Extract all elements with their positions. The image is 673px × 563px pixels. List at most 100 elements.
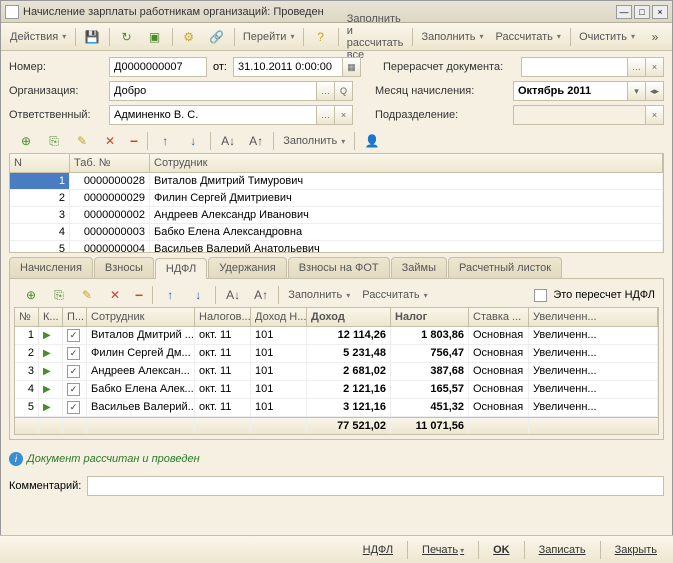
- table-row[interactable]: 20000000029Филин Сергей Дмитриевич: [10, 190, 663, 207]
- dept-field[interactable]: [513, 105, 646, 125]
- link-icon[interactable]: 🔗: [204, 26, 230, 48]
- g2-col-taxper[interactable]: Налогов...: [195, 308, 251, 326]
- row-checkbox[interactable]: ✓: [67, 329, 80, 342]
- copy-row-button[interactable]: ⎘: [41, 130, 67, 152]
- g2-copy-button[interactable]: ⎘: [46, 284, 72, 306]
- g2-col-inc2[interactable]: Увеличенн...: [529, 308, 658, 326]
- sort-desc-button[interactable]: A↑: [243, 130, 269, 152]
- resp-select-button[interactable]: …: [317, 105, 335, 125]
- print-button[interactable]: Печать: [414, 541, 472, 559]
- clear-menu[interactable]: Очистить: [574, 28, 640, 46]
- recalc-field[interactable]: [521, 57, 628, 77]
- month-spinner-button[interactable]: ◂▸: [646, 81, 664, 101]
- g2-col-rate[interactable]: Ставка ...: [469, 308, 529, 326]
- recalc-clear-button[interactable]: ×: [646, 57, 664, 77]
- g2-col-emp[interactable]: Сотрудник: [87, 308, 195, 326]
- month-field[interactable]: Октябрь 2011: [513, 81, 628, 101]
- col-employee[interactable]: Сотрудник: [150, 154, 663, 172]
- date-picker-button[interactable]: ▦: [343, 57, 361, 77]
- settings-icon[interactable]: ⚙: [176, 26, 202, 48]
- sort-asc-button[interactable]: A↓: [215, 130, 241, 152]
- g2-sort-desc-button[interactable]: A↑: [248, 284, 274, 306]
- g2-edit-button[interactable]: ✎: [74, 284, 100, 306]
- tab-fot[interactable]: Взносы на ФОТ: [288, 257, 390, 278]
- g2-col-incn[interactable]: Доход Н...: [251, 308, 307, 326]
- resp-field[interactable]: Админенко В. С.: [109, 105, 317, 125]
- save-icon[interactable]: 💾: [79, 26, 105, 48]
- g2-delete-button[interactable]: ✕: [102, 284, 128, 306]
- maximize-button[interactable]: □: [634, 5, 650, 19]
- calc-menu[interactable]: Рассчитать: [491, 28, 566, 46]
- tab-contributions[interactable]: Взносы: [94, 257, 154, 278]
- g2-sort-asc-button[interactable]: A↓: [220, 284, 246, 306]
- more-icon[interactable]: »: [642, 26, 668, 48]
- table-row[interactable]: 50000000004Васильев Валерий Анатольевич: [10, 241, 663, 253]
- g2-calc-menu[interactable]: Рассчитать: [357, 286, 432, 304]
- tab-accruals[interactable]: Начисления: [9, 257, 93, 278]
- edit-row-button[interactable]: ✎: [69, 130, 95, 152]
- table-row[interactable]: 30000000002Андреев Александр Иванович: [10, 207, 663, 224]
- close-button[interactable]: ×: [652, 5, 668, 19]
- g2-col-income[interactable]: Доход: [307, 308, 391, 326]
- dept-clear-button[interactable]: ×: [646, 105, 664, 125]
- table-row[interactable]: 1▶✓Виталов Дмитрий ...окт. 1110112 114,2…: [15, 327, 658, 345]
- row-checkbox[interactable]: ✓: [67, 347, 80, 360]
- org-field[interactable]: Добро: [109, 81, 317, 101]
- tab-loans[interactable]: Займы: [391, 257, 447, 278]
- table-row[interactable]: 10000000028Виталов Дмитрий Тимурович: [10, 173, 663, 190]
- fill-menu[interactable]: Заполнить: [416, 28, 488, 46]
- g2-add-button[interactable]: ⊕: [18, 284, 44, 306]
- grid1-fill-menu[interactable]: Заполнить: [278, 132, 350, 150]
- org-select-button[interactable]: …: [317, 81, 335, 101]
- ndfl-grid[interactable]: № К... П... Сотрудник Налогов... Доход Н…: [14, 307, 659, 435]
- move-down-button[interactable]: ↓: [180, 130, 206, 152]
- move-up-button[interactable]: ↑: [152, 130, 178, 152]
- ok-button[interactable]: OK: [485, 541, 518, 559]
- date-field[interactable]: 31.10.2011 0:00:00: [233, 57, 343, 77]
- col-n[interactable]: N: [10, 154, 70, 172]
- org-open-button[interactable]: Q: [335, 81, 353, 101]
- employees-grid[interactable]: N Таб. № Сотрудник 10000000028Виталов Дм…: [9, 153, 664, 253]
- recalc-select-button[interactable]: …: [628, 57, 646, 77]
- row-checkbox[interactable]: ✓: [67, 383, 80, 396]
- resp-clear-button[interactable]: ×: [335, 105, 353, 125]
- recalc-ndfl-checkbox[interactable]: [534, 289, 547, 302]
- actions-menu[interactable]: Действия: [5, 28, 71, 46]
- tab-ndfl[interactable]: НДФЛ: [155, 258, 207, 279]
- goto-menu[interactable]: Перейти: [238, 28, 300, 46]
- g2-delete-all-button[interactable]: −: [130, 284, 148, 306]
- g2-col-tax[interactable]: Налог: [391, 308, 469, 326]
- tab-payslip[interactable]: Расчетный листок: [448, 257, 562, 278]
- table-row[interactable]: 40000000003Бабко Елена Александровна: [10, 224, 663, 241]
- help-icon[interactable]: ?: [308, 26, 334, 48]
- g2-col-p[interactable]: П...: [63, 308, 87, 326]
- ndfl-button[interactable]: НДФЛ: [355, 541, 401, 559]
- number-field[interactable]: Д0000000007: [109, 57, 207, 77]
- row-checkbox[interactable]: ✓: [67, 401, 80, 414]
- minimize-button[interactable]: —: [616, 5, 632, 19]
- recalc-label: Перерасчет документа:: [383, 61, 517, 73]
- table-row[interactable]: 4▶✓Бабко Елена Алек...окт. 111012 121,16…: [15, 381, 658, 399]
- post-icon[interactable]: ▣: [142, 26, 168, 48]
- comment-field[interactable]: [87, 476, 664, 496]
- employee-icon[interactable]: 👤: [359, 130, 385, 152]
- row-checkbox[interactable]: ✓: [67, 365, 80, 378]
- fill-calc-all-button[interactable]: Заполнить и рассчитать все: [342, 10, 409, 64]
- g2-up-button[interactable]: ↑: [157, 284, 183, 306]
- g2-col-n[interactable]: №: [15, 308, 39, 326]
- table-row[interactable]: 3▶✓Андреев Алексан...окт. 111012 681,023…: [15, 363, 658, 381]
- close-form-button[interactable]: Закрыть: [607, 541, 665, 559]
- tab-deductions[interactable]: Удержания: [208, 257, 286, 278]
- add-row-button[interactable]: ⊕: [13, 130, 39, 152]
- save-button[interactable]: Записать: [531, 541, 594, 559]
- g2-col-k[interactable]: К...: [39, 308, 63, 326]
- col-tabno[interactable]: Таб. №: [70, 154, 150, 172]
- refresh-icon[interactable]: ↻: [114, 26, 140, 48]
- table-row[interactable]: 5▶✓Васильев Валерий...окт. 111013 121,16…: [15, 399, 658, 417]
- month-dropdown-button[interactable]: ▾: [628, 81, 646, 101]
- g2-down-button[interactable]: ↓: [185, 284, 211, 306]
- delete-all-button[interactable]: −: [125, 130, 143, 152]
- delete-row-button[interactable]: ✕: [97, 130, 123, 152]
- g2-fill-menu[interactable]: Заполнить: [283, 286, 355, 304]
- table-row[interactable]: 2▶✓Филин Сергей Дм...окт. 111015 231,487…: [15, 345, 658, 363]
